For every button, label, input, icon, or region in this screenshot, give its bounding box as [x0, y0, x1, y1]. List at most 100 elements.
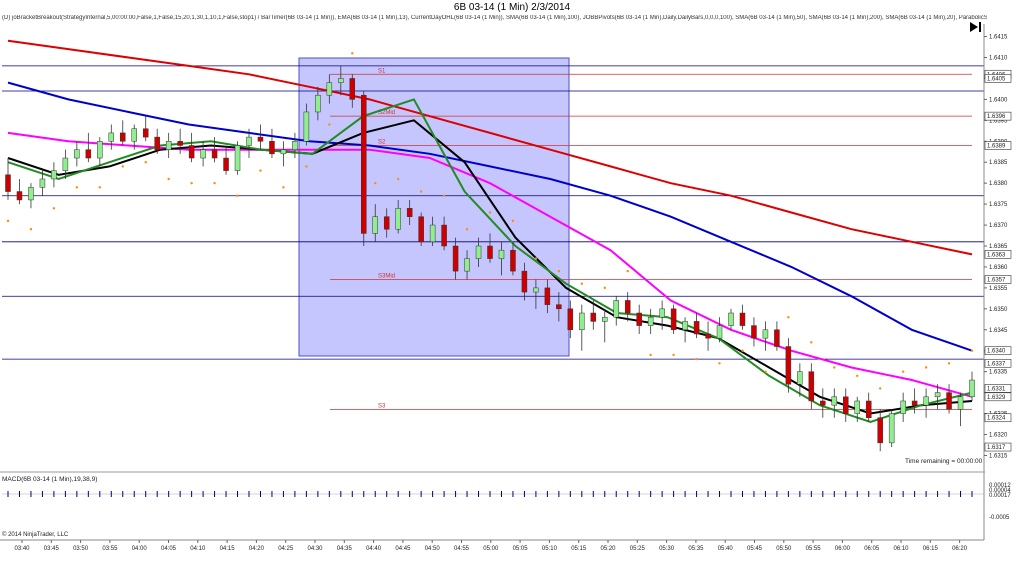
x-tick-label: 04:45: [395, 546, 411, 552]
y-tick-label: 1.6320: [989, 432, 1008, 438]
psar-dot: [649, 353, 652, 357]
x-tick-label: 04:00: [132, 546, 148, 552]
psar-dot: [626, 269, 629, 273]
candle-down: [257, 136, 264, 142]
psar-dot: [947, 362, 951, 365]
candle-down: [785, 346, 792, 385]
candle-up: [888, 413, 895, 444]
candle-up: [716, 325, 723, 339]
candle-down: [510, 249, 516, 272]
psar-dot: [970, 349, 974, 352]
candle-up: [498, 249, 505, 259]
psar-dot: [764, 370, 767, 373]
x-tick-label: 06:15: [923, 546, 939, 552]
psar-dot: [419, 190, 423, 193]
x-tick-label: 05:25: [630, 546, 646, 552]
psar-dot: [924, 366, 928, 369]
psar-dot: [98, 186, 102, 189]
candle-down: [820, 400, 826, 406]
candle-up: [395, 208, 401, 230]
pivot-label: S3: [378, 403, 386, 409]
candle-down: [361, 94, 367, 234]
candle-up: [579, 312, 585, 331]
price-marker: 1.6337: [987, 361, 1006, 367]
macd-tick-label: 0.00017: [989, 493, 1011, 499]
psar-dot: [488, 211, 492, 214]
time-axis: 03:40 03:45 03:50 03:55 04:00 04:05 04:10 04:15…: [0, 539, 984, 552]
y-tick-label: 1.6350: [989, 307, 1008, 313]
psar-dot: [695, 357, 698, 361]
y-tick-label: 1.6400: [989, 97, 1008, 103]
y-tick-label: 1.6360: [989, 265, 1008, 271]
psar-dot: [213, 181, 216, 185]
x-tick-label: 04:40: [366, 546, 382, 552]
x-tick-label: 04:30: [307, 546, 323, 552]
price-chart[interactable]: S1S2MidS2S3MidS3 1.64151.64101.64051.640…: [0, 0, 1024, 562]
psar-dot: [878, 387, 882, 390]
candle-up: [280, 149, 287, 155]
macd-tick-label: -0.0005: [989, 515, 1010, 521]
candle-up: [923, 396, 929, 406]
candle-down: [911, 400, 918, 406]
candle-up: [51, 170, 57, 180]
psar-dot: [672, 353, 675, 357]
candle-up: [762, 329, 769, 339]
psar-dot: [29, 228, 33, 231]
candle-up: [797, 371, 803, 385]
price-marker: 1.6396: [987, 114, 1006, 120]
x-tick-label: 06:00: [835, 546, 851, 552]
candle-up: [62, 157, 69, 171]
psar-dot: [236, 194, 239, 197]
x-tick-label: 04:10: [190, 546, 206, 552]
price-marker: 1.6363: [987, 252, 1006, 258]
psar-dot: [603, 286, 606, 290]
psar-dot: [6, 219, 10, 223]
price-marker: 1.6329: [987, 395, 1006, 401]
macd-panel: 0.000120.000040.00017-0.0005: [2, 483, 1011, 521]
candle-down: [269, 141, 275, 155]
candle-down: [865, 400, 872, 418]
candle-up: [108, 132, 115, 142]
candle-up: [969, 379, 975, 398]
candle-up: [728, 312, 734, 326]
y-tick-label: 1.6410: [989, 56, 1008, 62]
psar-dot: [396, 177, 400, 181]
candle-down: [843, 396, 849, 414]
psar-dot: [259, 169, 262, 172]
candle-up: [647, 316, 654, 326]
x-tick-label: 05:40: [718, 546, 734, 552]
candle-up: [165, 141, 172, 150]
candle-down: [808, 371, 815, 402]
x-tick-label: 04:50: [425, 546, 441, 552]
psar-dot: [305, 165, 308, 168]
candle-down: [636, 312, 642, 326]
candle-down: [383, 216, 390, 230]
play-icon[interactable]: [970, 22, 981, 32]
candle-down: [406, 208, 413, 217]
candle-down: [739, 312, 746, 326]
x-tick-label: 03:40: [14, 546, 30, 552]
candle-down: [544, 287, 551, 305]
psar-dot: [810, 341, 813, 344]
x-tick-label: 05:20: [600, 546, 616, 552]
psar-dot: [718, 362, 721, 365]
y-tick-label: 1.6345: [989, 328, 1008, 334]
x-tick-label: 04:15: [220, 546, 236, 552]
y-tick-label: 1.6355: [989, 286, 1008, 292]
x-tick-label: 06:05: [864, 546, 880, 552]
psar-dot: [167, 177, 170, 181]
candle-down: [590, 312, 597, 322]
candle-up: [326, 82, 333, 96]
candle-down: [487, 245, 493, 259]
x-tick-label: 06:20: [952, 546, 968, 552]
candle-up: [429, 224, 436, 243]
psar-dot: [580, 282, 584, 285]
x-tick-label: 05:15: [571, 546, 587, 552]
psar-dot: [856, 374, 859, 378]
psar-dot: [557, 269, 561, 273]
candle-down: [751, 325, 757, 339]
candle-down: [120, 132, 126, 142]
candle-up: [533, 287, 539, 293]
y-tick-label: 1.6370: [989, 223, 1008, 229]
price-marker: 1.6331: [987, 386, 1006, 392]
